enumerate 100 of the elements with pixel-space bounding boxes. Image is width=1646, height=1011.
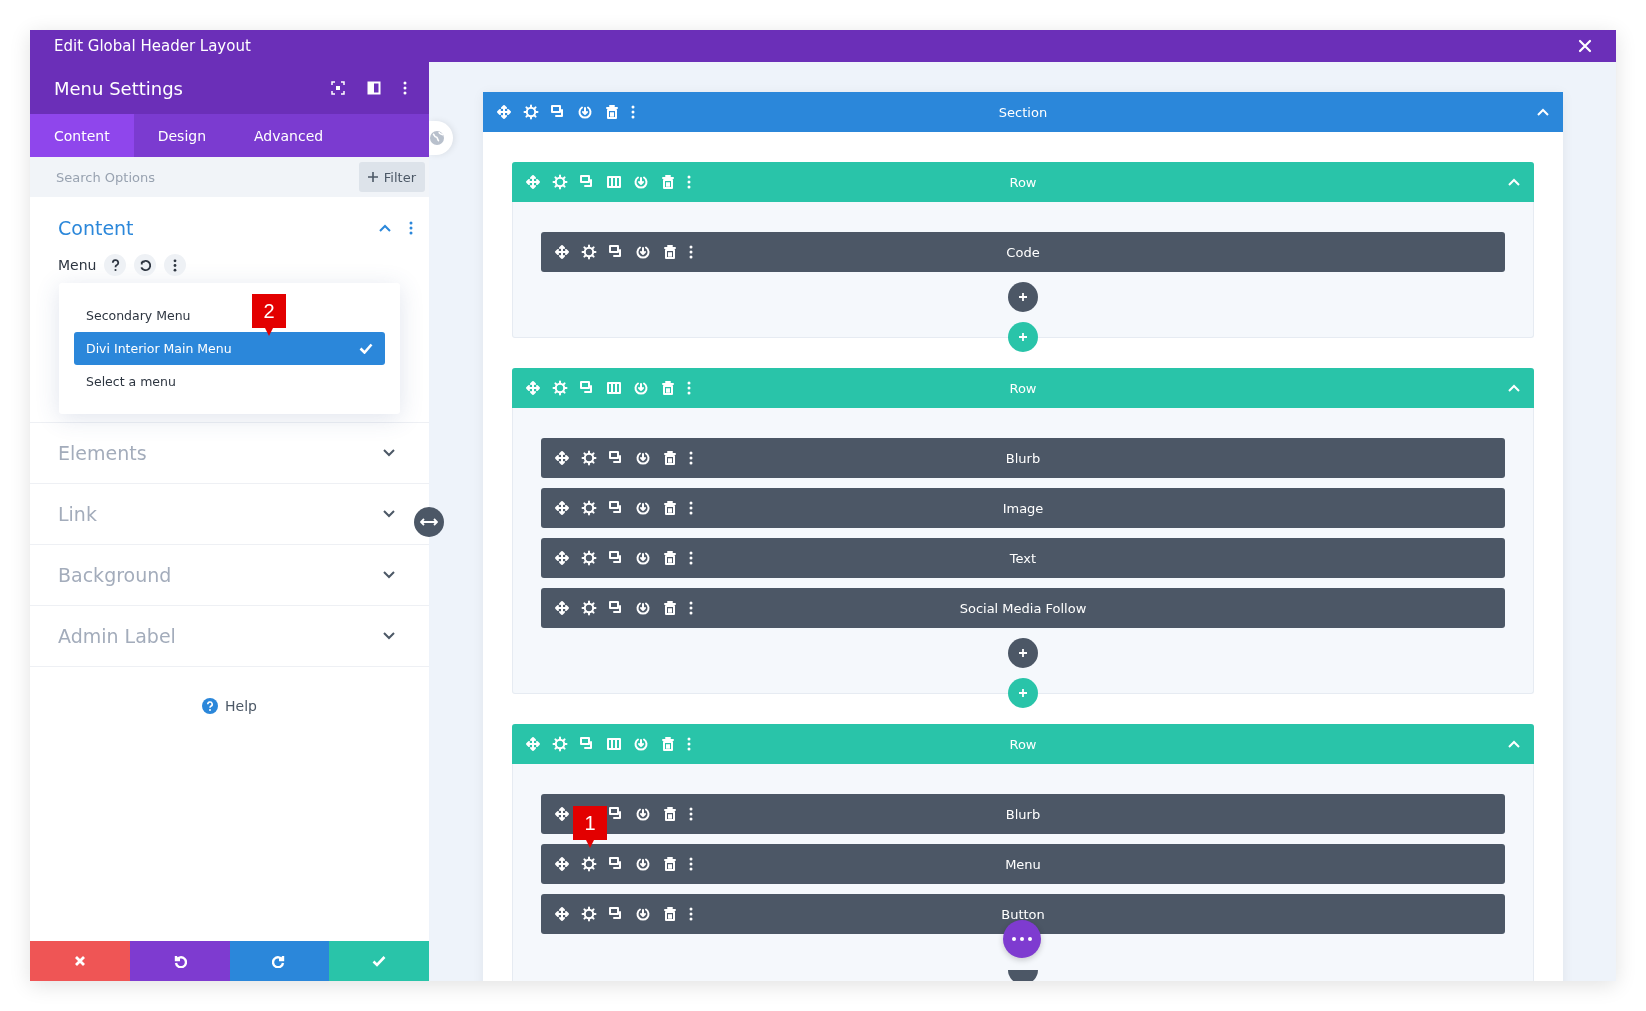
settings-icon[interactable] [581, 450, 597, 466]
help-icon [202, 698, 219, 714]
move-icon[interactable] [496, 104, 512, 120]
menu-option[interactable]: Secondary Menu [74, 299, 203, 332]
module-bar[interactable]: Button [541, 894, 1505, 934]
trash-icon[interactable] [662, 600, 678, 616]
chevron-down-icon[interactable] [383, 571, 395, 579]
section-header[interactable]: Section [483, 92, 1563, 132]
power-icon[interactable] [635, 450, 651, 466]
help-button[interactable] [104, 254, 127, 276]
more-button[interactable] [164, 254, 187, 276]
add-module-button[interactable] [1008, 282, 1038, 312]
trash-icon[interactable] [662, 450, 678, 466]
duplicate-icon[interactable] [608, 550, 624, 566]
more-icon[interactable] [689, 450, 693, 466]
module-bar[interactable]: Text [541, 538, 1505, 578]
move-icon[interactable] [554, 550, 570, 566]
trash-icon[interactable] [662, 550, 678, 566]
close-icon[interactable] [1578, 39, 1592, 53]
move-icon[interactable] [554, 806, 570, 822]
more-icon[interactable] [1012, 937, 1032, 941]
module-bar[interactable]: Blurb [541, 438, 1505, 478]
duplicate-icon[interactable] [608, 600, 624, 616]
search-field[interactable]: Search Options [54, 168, 254, 186]
module-bar[interactable]: Image [541, 488, 1505, 528]
move-icon[interactable] [554, 450, 570, 466]
checkmark-icon[interactable] [372, 954, 387, 968]
add-module-button[interactable] [1008, 638, 1038, 668]
power-icon[interactable] [635, 806, 651, 822]
settings-icon[interactable] [581, 244, 597, 260]
duplicate-icon[interactable] [608, 450, 624, 466]
module-bar[interactable]: Code [541, 232, 1505, 272]
module-bar[interactable]: Social Media Follow [541, 588, 1505, 628]
module-bar[interactable]: Menu [541, 844, 1505, 884]
duplicate-icon[interactable] [608, 856, 624, 872]
undo-icon[interactable] [138, 258, 152, 272]
more-icon[interactable] [689, 806, 693, 822]
settings-icon[interactable] [581, 550, 597, 566]
duplicate-icon[interactable] [550, 104, 566, 120]
add-module-button[interactable] [1008, 970, 1038, 981]
trash-icon[interactable] [662, 244, 678, 260]
more-icon[interactable] [689, 500, 693, 516]
tab[interactable]: Advanced [230, 114, 348, 157]
move-icon[interactable] [554, 500, 570, 516]
collapse-icon[interactable] [1537, 108, 1549, 116]
more-icon[interactable] [689, 600, 693, 616]
chevron-down-icon[interactable] [383, 449, 395, 457]
move-icon[interactable] [554, 244, 570, 260]
move-icon[interactable] [554, 856, 570, 872]
duplicate-icon[interactable] [608, 500, 624, 516]
power-icon[interactable] [577, 104, 593, 120]
redo-icon[interactable] [272, 954, 287, 968]
help-link[interactable]: Help [225, 698, 257, 714]
menu-option[interactable]: Divi Interior Main Menu [74, 332, 385, 365]
plus-icon[interactable] [367, 172, 378, 182]
fullscreen-icon[interactable] [331, 81, 345, 95]
filter-button[interactable]: Filter [358, 162, 425, 192]
resize-icon[interactable] [420, 517, 438, 527]
settings-icon[interactable] [581, 600, 597, 616]
power-icon[interactable] [635, 244, 651, 260]
duplicate-icon[interactable] [608, 906, 624, 922]
panel-title: Menu Settings [54, 77, 183, 99]
power-icon[interactable] [635, 550, 651, 566]
power-icon[interactable] [635, 906, 651, 922]
trash-icon[interactable] [662, 806, 678, 822]
settings-icon[interactable] [581, 906, 597, 922]
window-title: Edit Global Header Layout [54, 37, 251, 55]
more-icon[interactable] [173, 258, 178, 272]
reset-button[interactable] [134, 254, 157, 276]
power-icon[interactable] [635, 856, 651, 872]
trash-icon[interactable] [662, 500, 678, 516]
tab[interactable]: Content [30, 114, 134, 157]
trash-icon[interactable] [662, 906, 678, 922]
settings-icon[interactable] [581, 500, 597, 516]
trash-icon[interactable] [662, 856, 678, 872]
power-icon[interactable] [635, 600, 651, 616]
move-icon[interactable] [554, 906, 570, 922]
more-icon[interactable] [689, 244, 693, 260]
question-icon[interactable] [110, 258, 120, 272]
trash-icon[interactable] [604, 104, 620, 120]
move-icon[interactable] [554, 600, 570, 616]
settings-icon[interactable] [523, 104, 539, 120]
more-icon[interactable] [689, 906, 693, 922]
chevron-down-icon[interactable] [383, 632, 395, 640]
tab[interactable]: Design [133, 114, 231, 157]
chevron-down-icon[interactable] [383, 510, 395, 518]
more-icon[interactable] [403, 80, 407, 96]
power-icon[interactable] [635, 500, 651, 516]
undo-icon[interactable] [172, 954, 187, 968]
more-icon[interactable] [689, 856, 693, 872]
menu-option[interactable]: Select a menu [74, 365, 188, 398]
checkmark-icon [359, 343, 373, 354]
settings-icon[interactable] [581, 856, 597, 872]
duplicate-icon[interactable] [608, 244, 624, 260]
close-icon[interactable] [72, 954, 87, 968]
layout-icon[interactable] [367, 81, 381, 95]
chevron-up-icon[interactable] [379, 224, 391, 232]
duplicate-icon[interactable] [608, 806, 624, 822]
more-icon[interactable] [689, 550, 693, 566]
group-title[interactable]: Content [58, 217, 379, 239]
